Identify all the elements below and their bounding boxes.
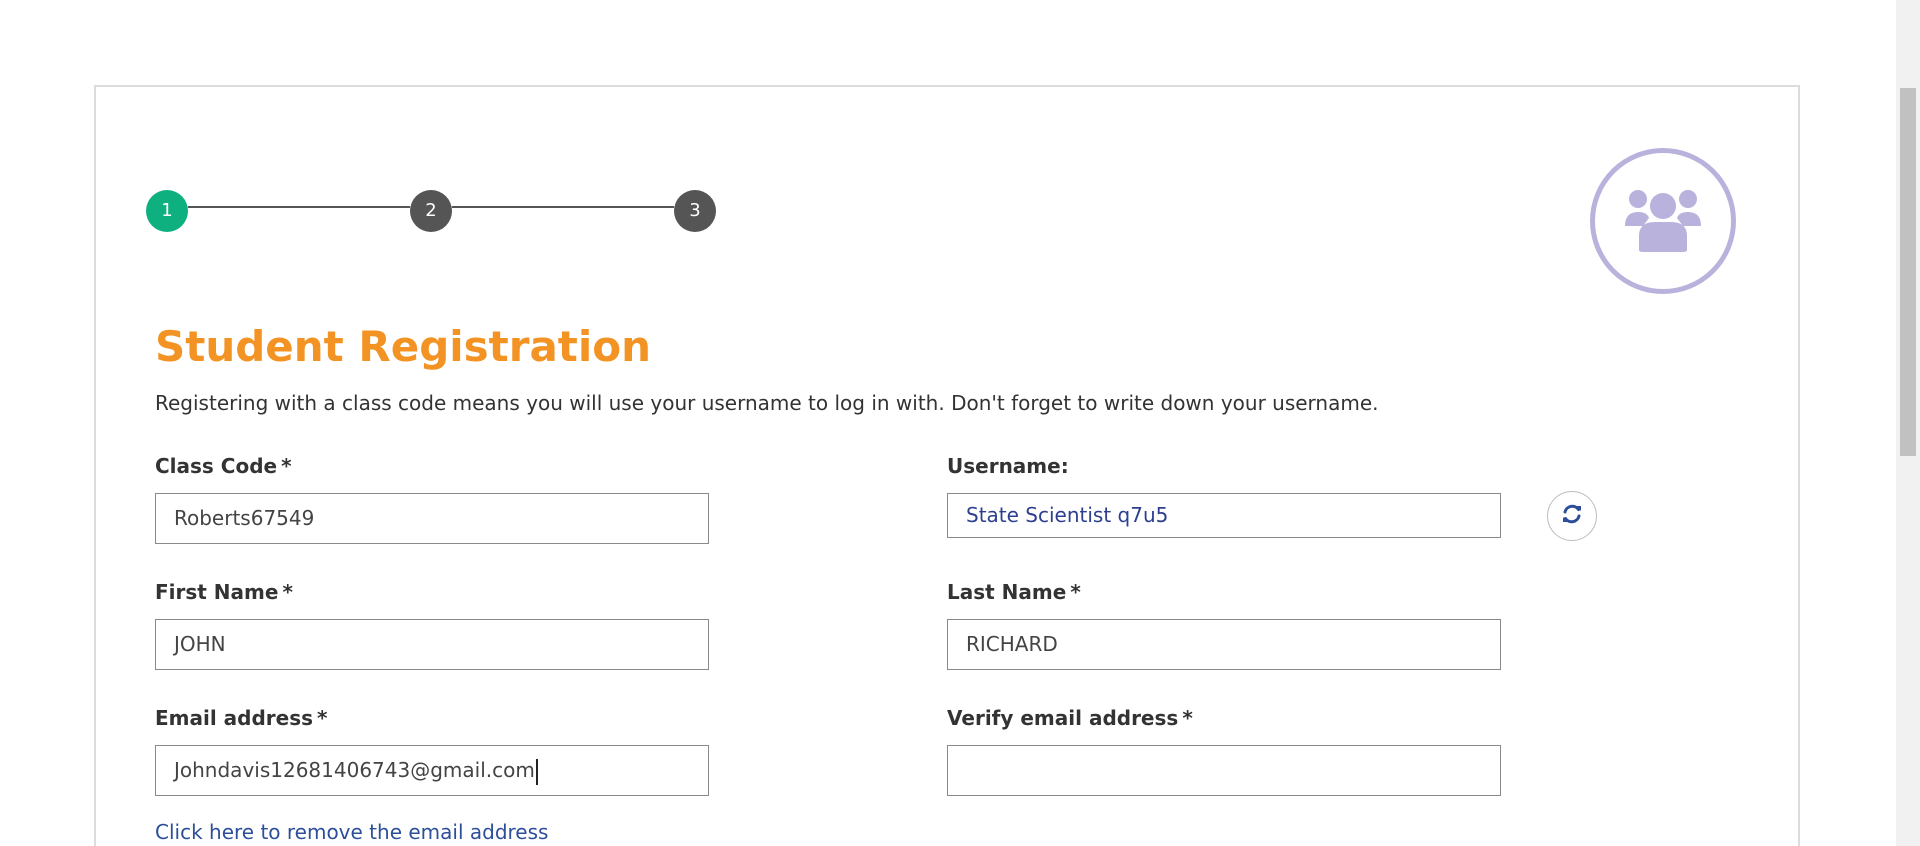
email-label-text: Email address: [155, 706, 314, 730]
last-name-label: Last Name *: [947, 580, 1081, 604]
step-connector: [452, 206, 674, 208]
last-name-label-text: Last Name: [947, 580, 1067, 604]
intro-text: Registering with a class code means you …: [155, 391, 1379, 415]
step-2: 2: [410, 190, 452, 232]
scrollbar-thumb[interactable]: [1900, 88, 1916, 456]
refresh-username-button[interactable]: [1547, 491, 1597, 541]
verify-email-label: Verify email address *: [947, 706, 1193, 730]
first-name-input[interactable]: JOHN: [155, 619, 709, 670]
first-name-label-text: First Name: [155, 580, 279, 604]
page-title: Student Registration: [155, 322, 652, 371]
step-connector: [188, 206, 410, 208]
class-code-label: Class Code *: [155, 454, 292, 478]
text-cursor: [535, 758, 538, 785]
email-label: Email address *: [155, 706, 328, 730]
verify-email-input[interactable]: [947, 745, 1501, 796]
student-group-badge: [1590, 148, 1736, 294]
username-input[interactable]: State Scientist q7u5: [947, 493, 1501, 538]
last-name-input[interactable]: RICHARD: [947, 619, 1501, 670]
progress-stepper: 1 2 3: [146, 190, 716, 232]
page-scrollbar[interactable]: [1896, 0, 1920, 846]
class-code-label-text: Class Code: [155, 454, 278, 478]
email-input[interactable]: Johndavis12681406743@gmail.com: [155, 745, 709, 796]
registration-page: 1 2 3 Student Registration Registering w…: [0, 0, 1920, 846]
required-marker: *: [282, 580, 293, 604]
refresh-icon: [1561, 503, 1583, 529]
username-label: Username:: [947, 454, 1069, 478]
remove-email-link[interactable]: Click here to remove the email address: [155, 820, 548, 844]
required-marker: *: [281, 454, 292, 478]
required-marker: *: [1182, 706, 1193, 730]
verify-email-label-text: Verify email address: [947, 706, 1179, 730]
step-3: 3: [674, 190, 716, 232]
class-code-input[interactable]: Roberts67549: [155, 493, 709, 544]
required-marker: *: [1070, 580, 1081, 604]
required-marker: *: [317, 706, 328, 730]
email-input-value: Johndavis12681406743@gmail.com: [174, 758, 535, 782]
users-group-icon: [1625, 186, 1701, 256]
first-name-label: First Name *: [155, 580, 293, 604]
step-1: 1: [146, 190, 188, 232]
